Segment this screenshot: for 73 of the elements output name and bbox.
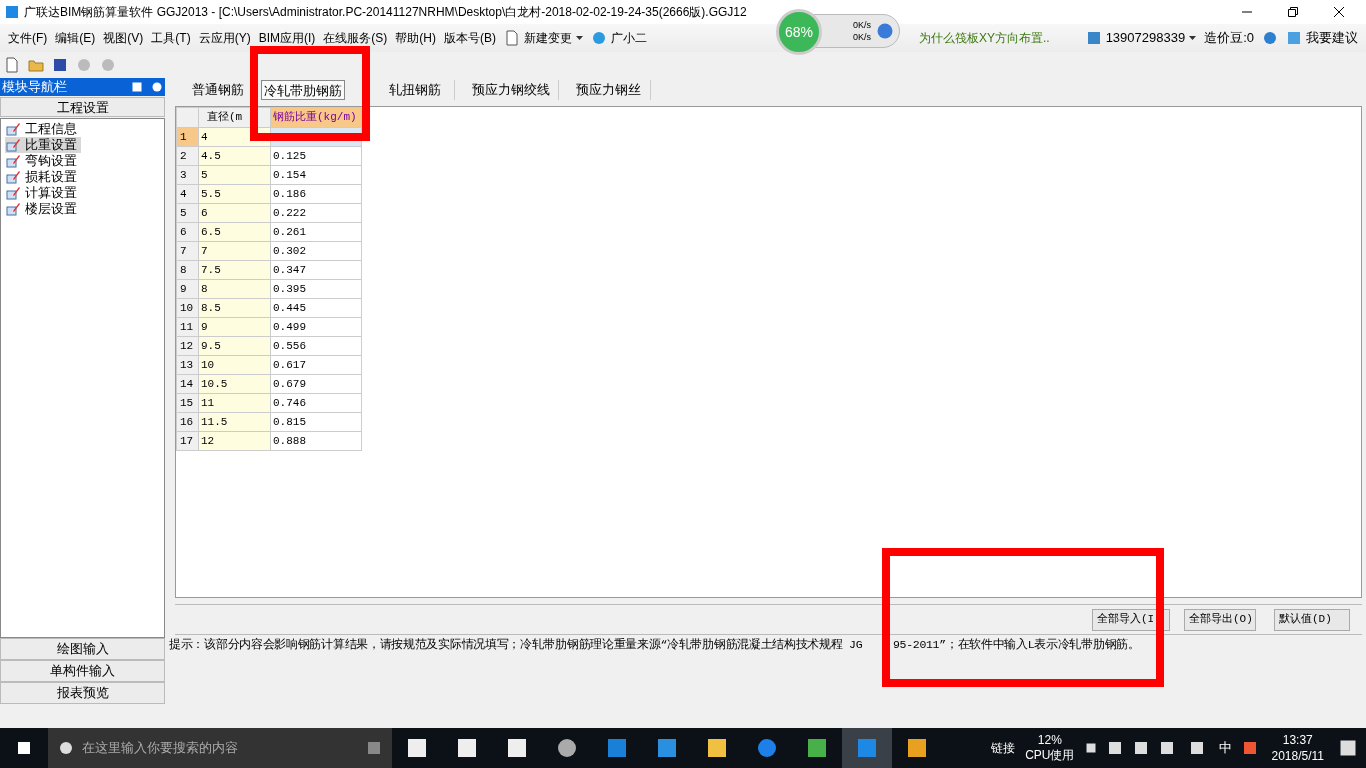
beans-count: 造价豆:0 [1204,29,1254,48]
assistant-button[interactable]: 广小二 [587,29,651,47]
ime-indicator[interactable]: 中 [1218,738,1232,758]
tab[interactable]: 普通钢筋 [181,80,255,100]
cpu-percent: 12% [1037,733,1062,748]
nav-section-button[interactable]: 绘图输入 [0,638,165,660]
tab[interactable]: 轧扭钢筋 [375,80,455,100]
restore-icon [1288,7,1298,17]
table-cell: 0.499 [270,317,362,337]
nav-section-button[interactable]: 单构件输入 [0,660,165,682]
menu-item[interactable]: 文件(F) [4,29,52,47]
clock-time: 13:37 [1282,732,1313,748]
table-cell: 0.222 [270,203,362,223]
action-button[interactable]: 默认值(D) [1274,608,1350,631]
upload-speed: 0K/s [853,19,871,31]
document-icon [4,57,20,73]
caret-icon [1189,36,1197,40]
menu-item[interactable]: 帮助(H) [391,29,440,47]
tab[interactable]: 冷轧带肋钢筋 [261,80,345,100]
memory-percent: 68% [785,22,813,42]
feedback-button[interactable]: 我要建议 [1286,28,1358,48]
search-input[interactable]: 在这里输入你要搜索的内容 [82,738,358,758]
new-file-button[interactable] [4,57,20,73]
nav-item[interactable]: 工程信息 [5,121,81,137]
table-cell: 0.261 [270,222,362,242]
window-title: 广联达BIM钢筋算量软件 GGJ2013 - [C:\Users\Administrator.PC-20141127NRHM\Desktop\白龙村-2018-02-02-19-24-35(2666版).GGJ12 [24,4,747,21]
nav-item[interactable]: 比重设置 [5,137,81,153]
circle-icon [58,740,74,756]
action-button[interactable]: 全部导入(I [1092,608,1170,631]
question-link[interactable]: 为什么筏板XY方向布置.. [919,29,1050,47]
table-cell: 0.445 [270,298,362,318]
table-cell: 0.888 [270,431,362,451]
hint-text: 95-2011”；在软件中输入L表示冷轧带肋钢筋。 [893,636,1140,653]
nav-item[interactable]: 损耗设置 [5,169,81,185]
link-text: 链接 [991,740,1016,757]
table-cell: 0.347 [270,260,362,280]
menu-item[interactable]: BIM应用(I) [254,29,320,47]
search-field[interactable]: 在这里输入你要搜索的内容 [48,728,392,768]
table-cell: 0.556 [270,336,362,356]
new-change-button[interactable]: 新建变更 [500,29,587,47]
corner-cell [176,107,199,128]
menu-item[interactable]: 版本号(B) [440,29,500,47]
tab[interactable]: 预应力钢丝 [567,80,651,100]
nav-item[interactable]: 楼层设置 [5,201,81,217]
nav-item[interactable]: 弯钩设置 [5,153,81,169]
clock-date: 2018/5/11 [1271,748,1324,764]
table-cell: 0.186 [270,184,362,204]
menu-item[interactable]: 工具(T) [147,29,195,47]
table-cell: 0.617 [270,355,362,375]
table-cell: 0.746 [270,393,362,413]
table-cell: 0.154 [270,165,362,185]
nav-title: 模块导航栏 [2,78,67,97]
hint-text: 提示：该部分内容会影响钢筋计算结果，请按规范及实际情况填写；冷轧带肋钢筋理论重量来源“冷轧带肋钢筋混凝土结构技术规程 JG [169,636,864,653]
menu-item[interactable]: 云应用(Y) [194,29,255,47]
table-cell: 0.679 [270,374,362,394]
section-header[interactable]: 工程设置 [0,97,165,117]
nav-item[interactable]: 计算设置 [5,185,81,201]
table-cell: 0.815 [270,412,362,432]
table-cell: 0.395 [270,279,362,299]
menu-item[interactable]: 编辑(E) [51,29,100,47]
column-header[interactable]: 钢筋比重(kg/m) [270,107,362,128]
menu-item[interactable]: 在线服务(S) [319,29,392,47]
download-speed: 0K/s [853,31,871,43]
account-button[interactable]: 13907298339 [1085,28,1197,48]
menu-item[interactable]: 视图(V) [99,29,148,47]
document-icon [504,30,520,46]
action-button[interactable]: 全部导出(O) [1184,608,1256,631]
cpu-label: CPU使用 [1025,748,1075,763]
nav-section-button[interactable]: 报表预览 [0,682,165,704]
table-cell: 0.302 [270,241,362,261]
table-cell: 0.125 [270,146,362,166]
caret-icon [576,36,583,40]
tab[interactable]: 预应力钢绞线 [463,80,559,100]
